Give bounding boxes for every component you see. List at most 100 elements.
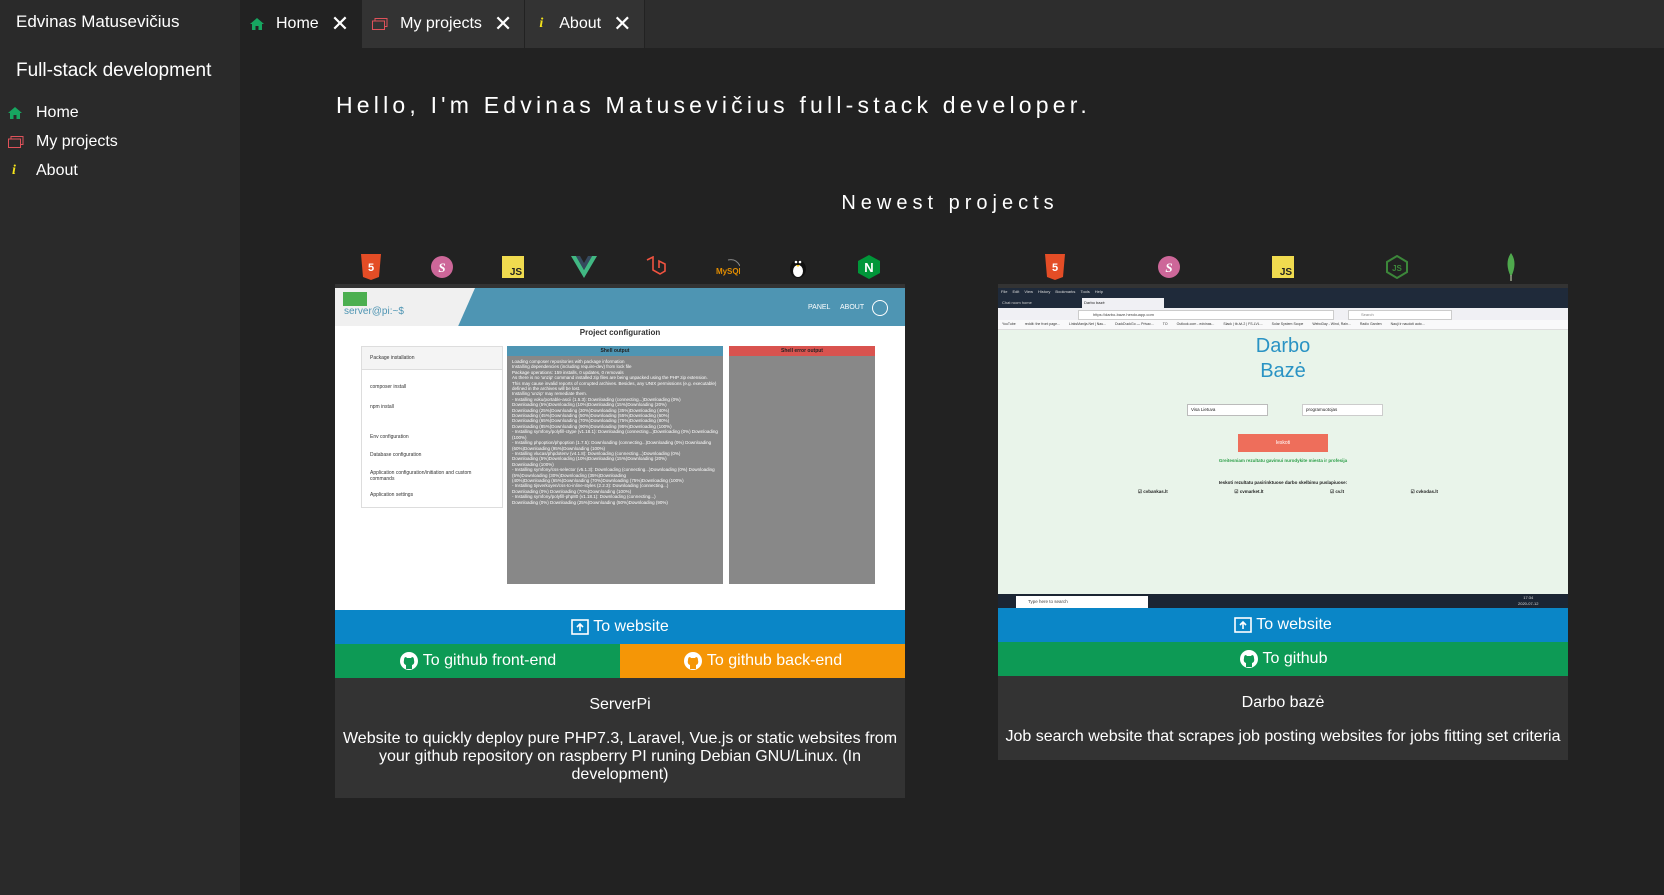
svg-text:SQL: SQL <box>727 267 740 276</box>
browser-menu-item: Bookmarks <box>1055 289 1076 294</box>
sites-heading: Ieskoti rezultatu pasirinktuose darbo sk… <box>1218 480 1348 485</box>
browser-tab-chat: Chat room home <box>1002 300 1032 305</box>
shell-log-line: - Installing symfony/css-selector (v5.1.… <box>512 467 715 478</box>
browser-menu-item: Tools <box>1080 289 1090 294</box>
external-link-icon <box>571 619 590 635</box>
screenshot-page-heading: Project configuration <box>579 328 661 337</box>
to-website-button[interactable]: To website <box>998 608 1568 642</box>
browser-menu-item: History <box>1037 289 1051 294</box>
shell-log-line: As there is no 'unzip' command installed… <box>512 375 708 381</box>
to-github-back-end-button[interactable]: To github back-end <box>620 644 905 678</box>
svg-text:S: S <box>1165 260 1172 275</box>
tab-home[interactable]: Home ✕ <box>240 0 363 48</box>
sidebar-item-my-projects[interactable]: My projects <box>8 127 118 156</box>
svg-text:N: N <box>865 260 874 275</box>
browser-menu-item: File <box>1001 289 1008 294</box>
newest-projects-heading: Newest projects <box>841 192 1059 214</box>
tab-label: About <box>559 15 602 32</box>
accordion-app-settings: Application settings <box>370 492 414 498</box>
project-screenshot: server@pi:~$ PANEL ABOUT Project configu… <box>335 288 905 610</box>
browser-bookmark: reddit: the front page... <box>1024 322 1060 326</box>
site-checkbox[interactable]: ☑ cvkodas.lt <box>1411 489 1438 495</box>
button-label: To github back-end <box>706 652 843 669</box>
info-icon: i <box>539 16 544 31</box>
svg-text:JS: JS <box>510 267 523 278</box>
sass-icon: S <box>429 254 455 280</box>
to-website-button[interactable]: To website <box>335 610 905 644</box>
sidebar-item-about[interactable]: i About <box>8 156 118 185</box>
shell-log-line: - Installing symfony/polyfill-ctype (v1.… <box>512 429 718 440</box>
to-github-button[interactable]: To github <box>998 642 1568 676</box>
browser-tab-darbo: Darbo bazė <box>1082 298 1164 308</box>
close-icon[interactable]: ✕ <box>613 13 631 35</box>
site-checkboxes: ☑ cvbankas.lt ☑ cvmarket.lt ☑ cv.lt ☑ cv… <box>1138 489 1438 495</box>
tab-label: Home <box>276 15 319 32</box>
browser-bookmark: Nauji ir naudoti auto... <box>1390 322 1425 326</box>
nodejs-icon: JS <box>1384 254 1410 280</box>
project-description: Website to quickly deploy pure PHP7.3, L… <box>342 730 898 783</box>
project-title: Darbo bazė <box>1241 694 1325 711</box>
browser-menu-bar: File Edit View History Bookmarks Tools Help <box>1001 288 1108 296</box>
tab-about[interactable]: i About ✕ <box>525 0 645 48</box>
nginx-icon: N <box>856 254 882 280</box>
html5-icon: 5 <box>358 254 384 280</box>
github-icon <box>1239 650 1258 668</box>
greeting-heading: Hello, I'm Edvinas Matusevičius full-sta… <box>336 92 1091 118</box>
city-select[interactable]: Visa Lietuva <box>1187 404 1268 416</box>
linux-icon <box>785 254 811 280</box>
to-github-front-end-button[interactable]: To github front-end <box>335 644 620 678</box>
button-label: To website <box>593 618 669 635</box>
project-title: ServerPi <box>589 696 651 713</box>
site-checkbox[interactable]: ☑ cvmarket.lt <box>1234 489 1263 495</box>
screenshot-nav-about: ABOUT <box>840 304 865 311</box>
info-icon: i <box>12 162 16 178</box>
site-checkbox[interactable]: ☑ cv.lt <box>1330 489 1344 495</box>
project-tech-icons: 5 S JS JS <box>998 250 1568 284</box>
project-card-darbo-baze: File Edit View History Bookmarks Tools Help Ch… <box>998 284 1568 760</box>
tab-my-projects[interactable]: My projects ✕ <box>362 0 526 48</box>
vue-icon <box>571 254 598 280</box>
shell-output-log: Loading composer repositories with packa… <box>507 356 723 508</box>
darbo-logo: Darbo Bazė <box>998 334 1568 384</box>
screenshot-nav-panel: PANEL <box>808 304 831 311</box>
sidebar-item-home[interactable]: Home <box>8 98 118 127</box>
search-button[interactable]: Ieskoti <box>1238 434 1328 452</box>
sidebar: Edvinas Matusevičius Full-stack developm… <box>0 0 240 895</box>
user-icon <box>872 300 888 316</box>
sidebar-heading: Full-stack development <box>16 60 212 81</box>
browser-bookmark: DuckDuckGo — Privac... <box>1115 322 1154 326</box>
browser-search-bar: Search <box>1348 310 1452 320</box>
shell-error-header: Shell error output <box>729 346 875 356</box>
taskbar-clock: 17:34 2020-07-12 <box>1518 595 1539 606</box>
tab-bar: Home ✕ My projects ✕ i About ✕ <box>240 0 1664 48</box>
project-screenshot: File Edit View History Bookmarks Tools Help Ch… <box>998 288 1568 610</box>
accordion-composer-install: composer install <box>370 384 407 390</box>
site-checkbox[interactable]: ☑ cvbankas.lt <box>1138 489 1168 495</box>
browser-bookmarks-bar: YouTube reddit: the front page... LinksMan… <box>1002 320 1434 329</box>
folder-icon <box>372 18 388 30</box>
home-icon <box>8 106 36 119</box>
svg-text:JS: JS <box>1392 264 1402 273</box>
mysql-icon: MySQL <box>714 254 740 280</box>
shell-log-line: Downloading (0%) Downloading (25%)Downlo… <box>512 499 668 505</box>
svg-text:5: 5 <box>368 262 374 274</box>
browser-bookmark: LinksManija.Net | Nau... <box>1068 322 1107 326</box>
sidebar-item-label: Home <box>36 103 79 121</box>
accordion-package-installation: Package installation <box>362 347 502 370</box>
sass-icon: S <box>1156 254 1182 280</box>
project-description: Job search website that scrapes job post… <box>1005 728 1561 745</box>
shell-output-header: Shell output <box>507 346 723 356</box>
browser-menu-item: View <box>1024 289 1033 294</box>
svg-text:S: S <box>438 260 445 275</box>
browser-bookmark: TO <box>1162 322 1168 326</box>
close-icon[interactable]: ✕ <box>494 13 512 35</box>
close-icon[interactable]: ✕ <box>331 13 349 35</box>
home-icon <box>250 18 264 30</box>
profession-input[interactable]: programuotojas <box>1302 404 1383 416</box>
browser-bookmark: YouTube <box>1002 322 1016 326</box>
taskbar-search: Type here to search <box>1016 596 1148 608</box>
shell-log-line: This may cause invalid reports of corrup… <box>512 380 717 392</box>
laravel-icon <box>643 254 669 280</box>
browser-menu-item: Help <box>1094 289 1104 294</box>
svg-text:5: 5 <box>1052 262 1058 274</box>
